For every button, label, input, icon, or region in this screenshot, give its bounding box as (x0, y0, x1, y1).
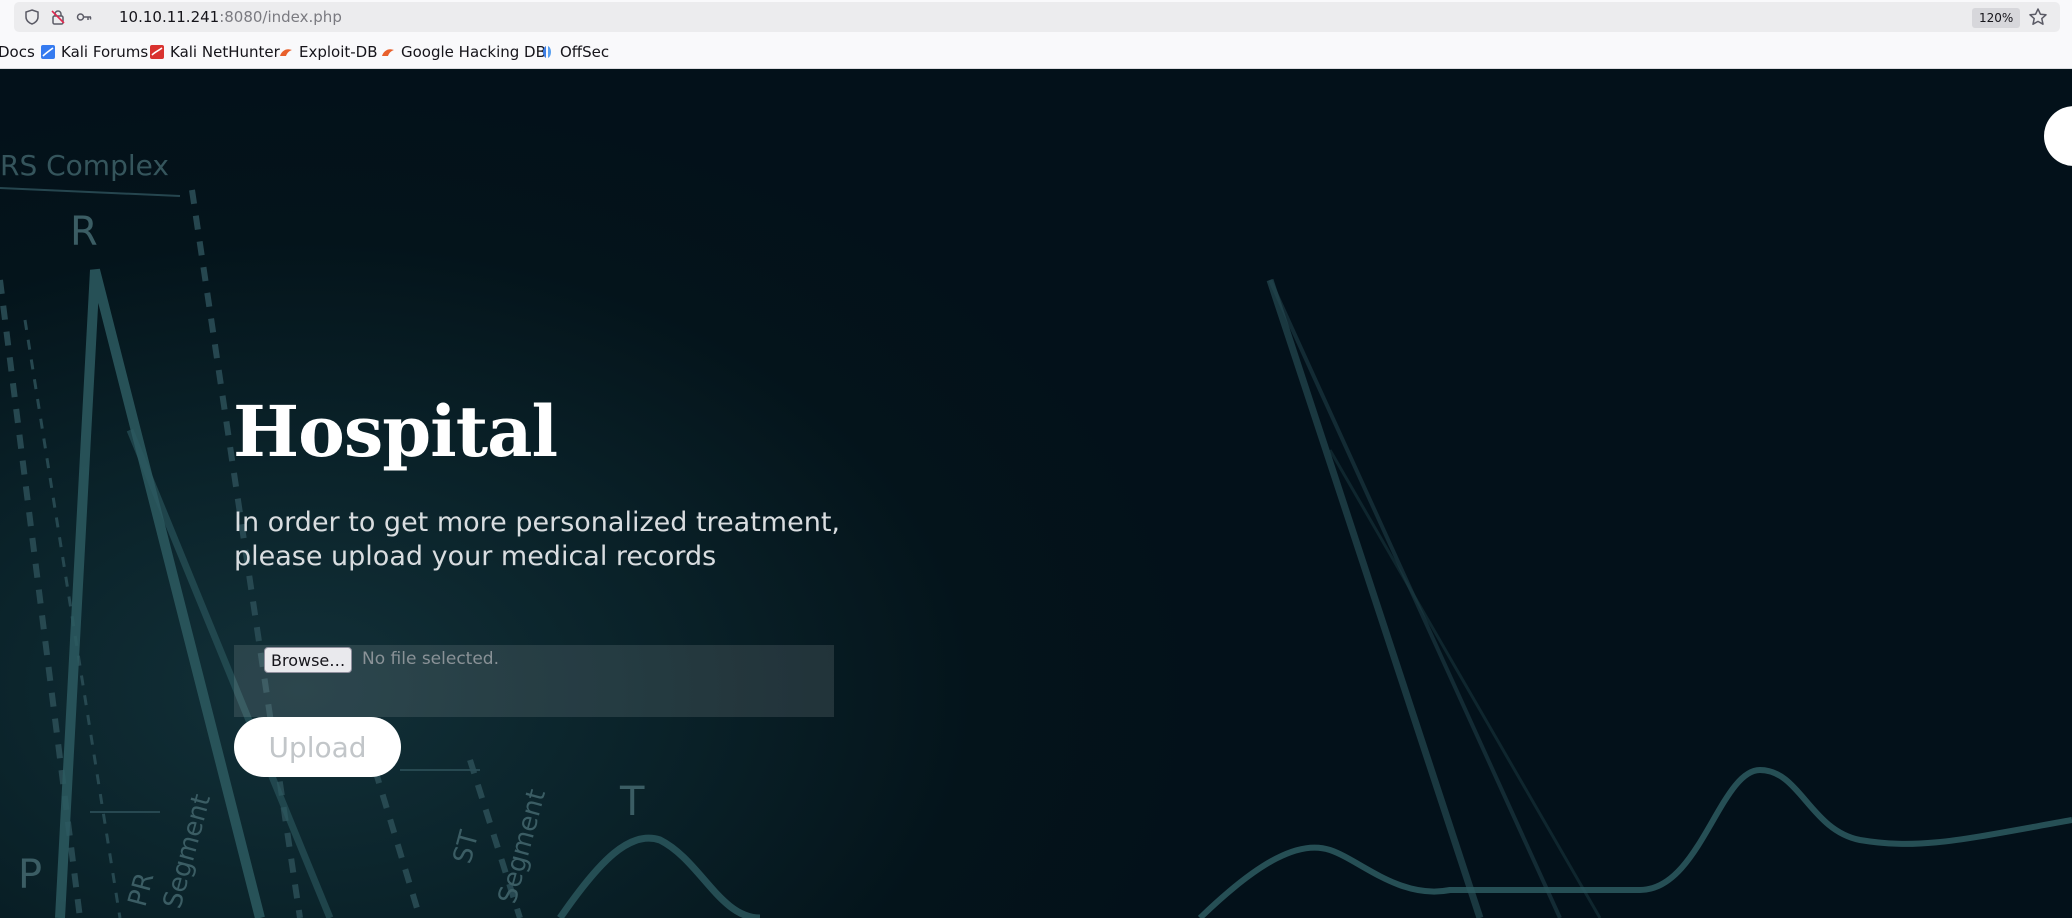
bookmark-label: Exploit-DB (299, 43, 378, 61)
star-icon[interactable] (2028, 7, 2048, 27)
bg-label-r: R (70, 209, 98, 255)
subtitle-line-1: In order to get more personalized treatm… (234, 507, 840, 538)
bg-label-pr: PR (123, 869, 161, 909)
url-bar[interactable]: 10.10.11.241:8080/index.php 120% (14, 2, 2060, 32)
bookmark-google-hacking-db[interactable]: Google Hacking DB (380, 42, 546, 62)
zoom-level-badge[interactable]: 120% (1972, 8, 2021, 28)
exploit-db-icon (382, 49, 394, 56)
bookmark-docs[interactable]: Docs (0, 42, 35, 62)
browser-toolbar: 10.10.11.241:8080/index.php 120% (0, 0, 2072, 34)
page-subtitle: In order to get more personalized treatm… (234, 506, 934, 574)
bookmark-label: Docs (0, 43, 35, 61)
kali-nethunter-icon (150, 45, 164, 59)
page-viewport: RS Complex R T P PR Segment ST Segment H… (0, 70, 2072, 918)
bg-label-segment-1: Segment (158, 791, 217, 912)
bookmark-label: Google Hacking DB (401, 43, 546, 61)
ecg-background-art: RS Complex R T P PR Segment ST Segment (0, 149, 2072, 918)
key-icon[interactable] (76, 9, 92, 25)
bg-label-segment-2: Segment (493, 786, 552, 907)
bookmark-exploit-db[interactable]: Exploit-DB (278, 42, 378, 62)
url-text[interactable]: 10.10.11.241:8080/index.php (119, 8, 342, 26)
bookmarks-toolbar: Docs Kali Forums Kali NetHunter Exploit-… (0, 34, 2072, 69)
subtitle-line-2: please upload your medical records (234, 541, 717, 572)
bookmark-label: Kali NetHunter (170, 43, 280, 61)
browse-button[interactable]: Browse… (264, 647, 353, 673)
exploit-db-icon (280, 49, 292, 56)
page-title: Hospital (233, 390, 558, 473)
bookmark-kali-forums[interactable]: Kali Forums (40, 42, 148, 62)
file-input[interactable]: Browse… No file selected. (234, 645, 834, 717)
bookmark-label: Kali Forums (61, 43, 149, 61)
url-path: :8080/index.php (219, 8, 342, 26)
bookmark-kali-nethunter[interactable]: Kali NetHunter (149, 42, 280, 62)
bookmark-offsec[interactable]: OffSec (539, 42, 609, 62)
bg-label-t: T (619, 779, 645, 825)
insecure-lock-icon[interactable] (50, 9, 66, 25)
kali-forums-icon (41, 45, 55, 59)
offsec-icon (543, 46, 551, 58)
upload-button[interactable]: Upload (234, 717, 401, 777)
bookmark-label: OffSec (560, 43, 610, 61)
shield-icon[interactable] (24, 9, 40, 25)
url-host: 10.10.11.241 (119, 8, 220, 26)
file-status-text: No file selected. (362, 649, 499, 669)
bg-label-p: P (18, 852, 42, 898)
bg-label-complex: RS Complex (0, 149, 169, 182)
bg-label-st: ST (448, 828, 485, 867)
